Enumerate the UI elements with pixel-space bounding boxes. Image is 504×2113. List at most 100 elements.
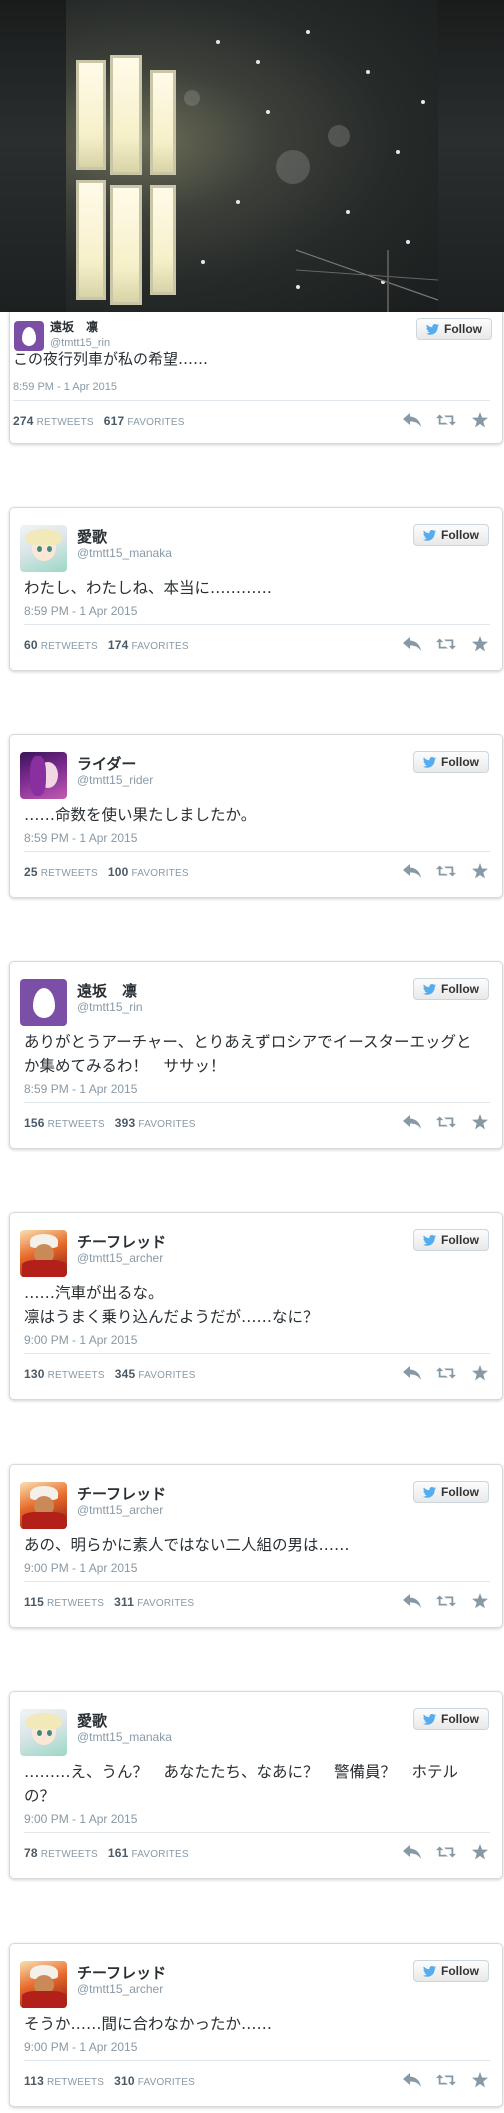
reply-icon[interactable] [402,636,422,652]
favorite-count[interactable]: 100 [108,865,129,879]
reply-icon[interactable] [402,863,422,879]
user-handle[interactable]: @tmtt15_rider [77,773,153,787]
anime-girl-avatar[interactable] [20,1709,67,1756]
retweet-count[interactable]: 60 [24,638,38,652]
retweet-icon[interactable] [436,412,456,428]
tweet-timestamp[interactable]: 8:59 PM - 1 Apr 2015 [24,831,137,845]
favorite-count[interactable]: 311 [114,1595,134,1609]
favorite-star-icon[interactable] [470,412,490,428]
retweet-count[interactable]: 78 [24,1846,38,1860]
favorites-label: FAVORITES [137,1598,195,1609]
display-name[interactable]: 遠坂 凛 [50,318,98,335]
divider [13,400,490,401]
retweet-icon[interactable] [436,1365,456,1381]
user-handle[interactable]: @tmtt15_manaka [77,546,172,560]
divider [24,1353,490,1354]
favorite-count[interactable]: 174 [108,638,129,652]
retweet-count[interactable]: 156 [24,1116,45,1130]
favorite-star-icon[interactable] [470,1844,490,1860]
follow-button[interactable]: Follow [413,524,489,546]
retweets-label: RETWEETS [47,1370,105,1381]
tweet-timestamp[interactable]: 8:59 PM - 1 Apr 2015 [24,1082,137,1096]
retweet-icon[interactable] [436,863,456,879]
user-handle[interactable]: @tmtt15_rin [77,1000,143,1014]
display-name[interactable]: ライダー [77,753,136,774]
favorite-count[interactable]: 345 [115,1367,136,1381]
user-handle[interactable]: @tmtt15_archer [77,1251,163,1265]
follow-button[interactable]: Follow [413,1229,489,1251]
reply-icon[interactable] [402,1114,422,1130]
favorite-count[interactable]: 161 [108,1846,129,1860]
tweet-card: チーフレッド @tmtt15_archer Follow そうか……間に合わなか… [9,1943,503,2107]
favorite-star-icon[interactable] [470,1114,490,1130]
retweet-count[interactable]: 130 [24,1367,45,1381]
egg-avatar[interactable] [20,979,67,1026]
favorite-star-icon[interactable] [470,636,490,652]
display-name[interactable]: チーフレッド [77,1962,166,1983]
follow-button[interactable]: Follow [413,751,489,773]
favorite-count[interactable]: 393 [115,1116,136,1130]
favorite-count[interactable]: 310 [114,2074,135,2088]
follow-button[interactable]: Follow [413,1708,489,1730]
retweet-icon[interactable] [436,636,456,652]
favorite-star-icon[interactable] [470,2072,490,2088]
egg-avatar[interactable] [14,321,44,351]
tweet-stats: 25 RETWEETS 100 FAVORITES [24,865,189,879]
display-name[interactable]: チーフレッド [77,1483,166,1504]
retweet-icon[interactable] [436,1114,456,1130]
follow-button[interactable]: Follow [413,978,489,1000]
display-name[interactable]: 遠坂 凛 [77,980,137,1001]
follow-label: Follow [444,322,482,336]
tweet-timestamp[interactable]: 9:00 PM - 1 Apr 2015 [24,1812,137,1826]
red-hero-avatar[interactable] [20,1482,67,1529]
tweet-timestamp[interactable]: 8:59 PM - 1 Apr 2015 [24,604,137,618]
retweets-label: RETWEETS [47,1119,105,1130]
anime-girl-avatar[interactable] [20,525,67,572]
retweet-icon[interactable] [436,1593,456,1609]
reply-icon[interactable] [402,1844,422,1860]
display-name[interactable]: 愛歌 [77,526,107,547]
follow-button[interactable]: Follow [413,1481,489,1503]
favorite-star-icon[interactable] [470,1365,490,1381]
reply-icon[interactable] [402,2072,422,2088]
tweet-actions [402,2072,490,2088]
display-name[interactable]: 愛歌 [77,1710,107,1731]
reply-icon[interactable] [402,1593,422,1609]
follow-button[interactable]: Follow [416,318,492,340]
favorites-label: FAVORITES [131,868,189,879]
user-handle[interactable]: @tmtt15_archer [77,1503,163,1517]
favorite-star-icon[interactable] [470,863,490,879]
reply-icon[interactable] [402,1365,422,1381]
retweet-count[interactable]: 25 [24,865,38,879]
favorite-star-icon[interactable] [470,1593,490,1609]
retweet-icon[interactable] [436,1844,456,1860]
reply-icon[interactable] [402,412,422,428]
tweet-text-line: ……汽車が出るな。 [24,1284,164,1302]
retweet-count[interactable]: 115 [24,1595,44,1609]
twitter-bird-icon [425,323,440,335]
retweet-count[interactable]: 113 [24,2074,44,2088]
tweet-timestamp[interactable]: 9:00 PM - 1 Apr 2015 [24,1333,137,1347]
favorite-count[interactable]: 617 [104,414,125,428]
tweet-photo[interactable] [0,0,504,312]
user-handle[interactable]: @tmtt15_archer [77,1982,163,1996]
user-handle[interactable]: @tmtt15_rin [50,337,110,349]
red-hero-avatar[interactable] [20,1230,67,1277]
display-name[interactable]: チーフレッド [77,1231,166,1252]
tweet-stats: 113 RETWEETS 310 FAVORITES [24,2074,195,2088]
follow-button[interactable]: Follow [413,1960,489,1982]
tweet-timestamp[interactable]: 9:00 PM - 1 Apr 2015 [24,2040,137,2054]
divider [24,1832,490,1833]
retweets-label: RETWEETS [40,641,98,652]
follow-label: Follow [441,1964,479,1978]
tweet-card: 愛歌 @tmtt15_manaka Follow わたし、わたしね、本当に………… [9,507,503,671]
tweet-timestamp[interactable]: 8:59 PM - 1 Apr 2015 [13,381,117,393]
retweet-icon[interactable] [436,2072,456,2088]
tweet-actions [402,863,490,879]
retweet-count[interactable]: 274 [13,414,34,428]
purple-hair-avatar[interactable] [20,752,67,799]
user-handle[interactable]: @tmtt15_manaka [77,1730,172,1744]
tweet-timestamp[interactable]: 9:00 PM - 1 Apr 2015 [24,1561,137,1575]
retweets-label: RETWEETS [40,1849,98,1860]
red-hero-avatar[interactable] [20,1961,67,2008]
